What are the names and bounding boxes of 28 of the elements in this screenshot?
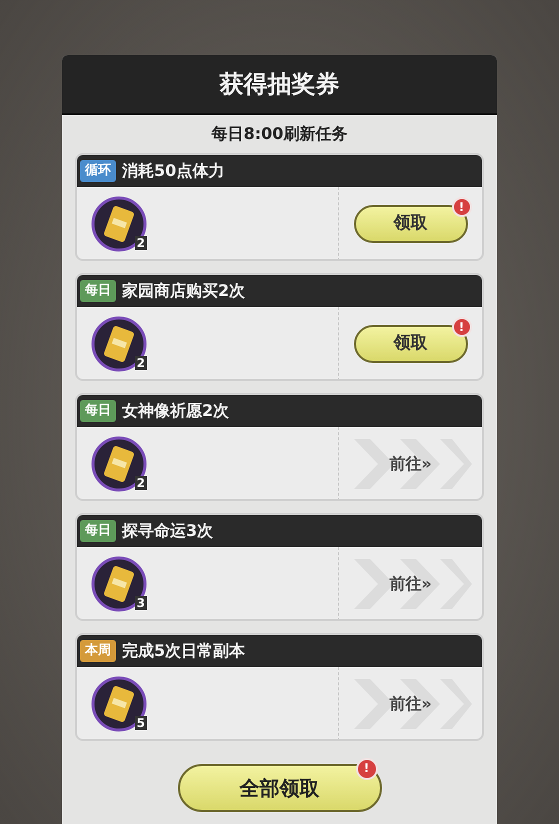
task-tag: 每日 [80,400,116,422]
alert-badge: ! [452,317,472,337]
reward-count: 2 [134,356,147,370]
task-title: 探寻命运3次 [122,520,214,542]
alert-badge: ! [452,197,472,217]
refresh-note: 每日8:00刷新任务 [210,123,348,145]
ticket-icon [91,556,147,612]
reward-count: 3 [134,596,147,610]
go-link[interactable]: 前往» [389,692,432,716]
ticket-icon [91,196,147,252]
go-link[interactable]: 前往» [389,572,432,596]
task-title: 消耗50点体力 [122,160,224,182]
go-link[interactable]: 前往» [389,452,432,476]
task-title: 女神像祈愿2次 [122,400,230,422]
reward-count: 5 [134,716,147,730]
task-title: 完成5次日常副本 [122,640,246,662]
task-tag: 每日 [80,280,116,302]
reward-count: 2 [134,236,147,250]
task-tag: 本周 [80,640,116,662]
task-tag: 循环 [80,160,116,182]
ticket-icon [91,676,147,732]
dialog-title: 获得抽奖券 [220,69,340,100]
task-tag: 每日 [80,520,116,542]
ticket-icon [91,316,147,372]
reward-count: 2 [134,476,147,490]
alert-badge: ! [356,758,378,780]
ticket-icon [91,436,147,492]
task-title: 家园商店购买2次 [122,280,246,302]
